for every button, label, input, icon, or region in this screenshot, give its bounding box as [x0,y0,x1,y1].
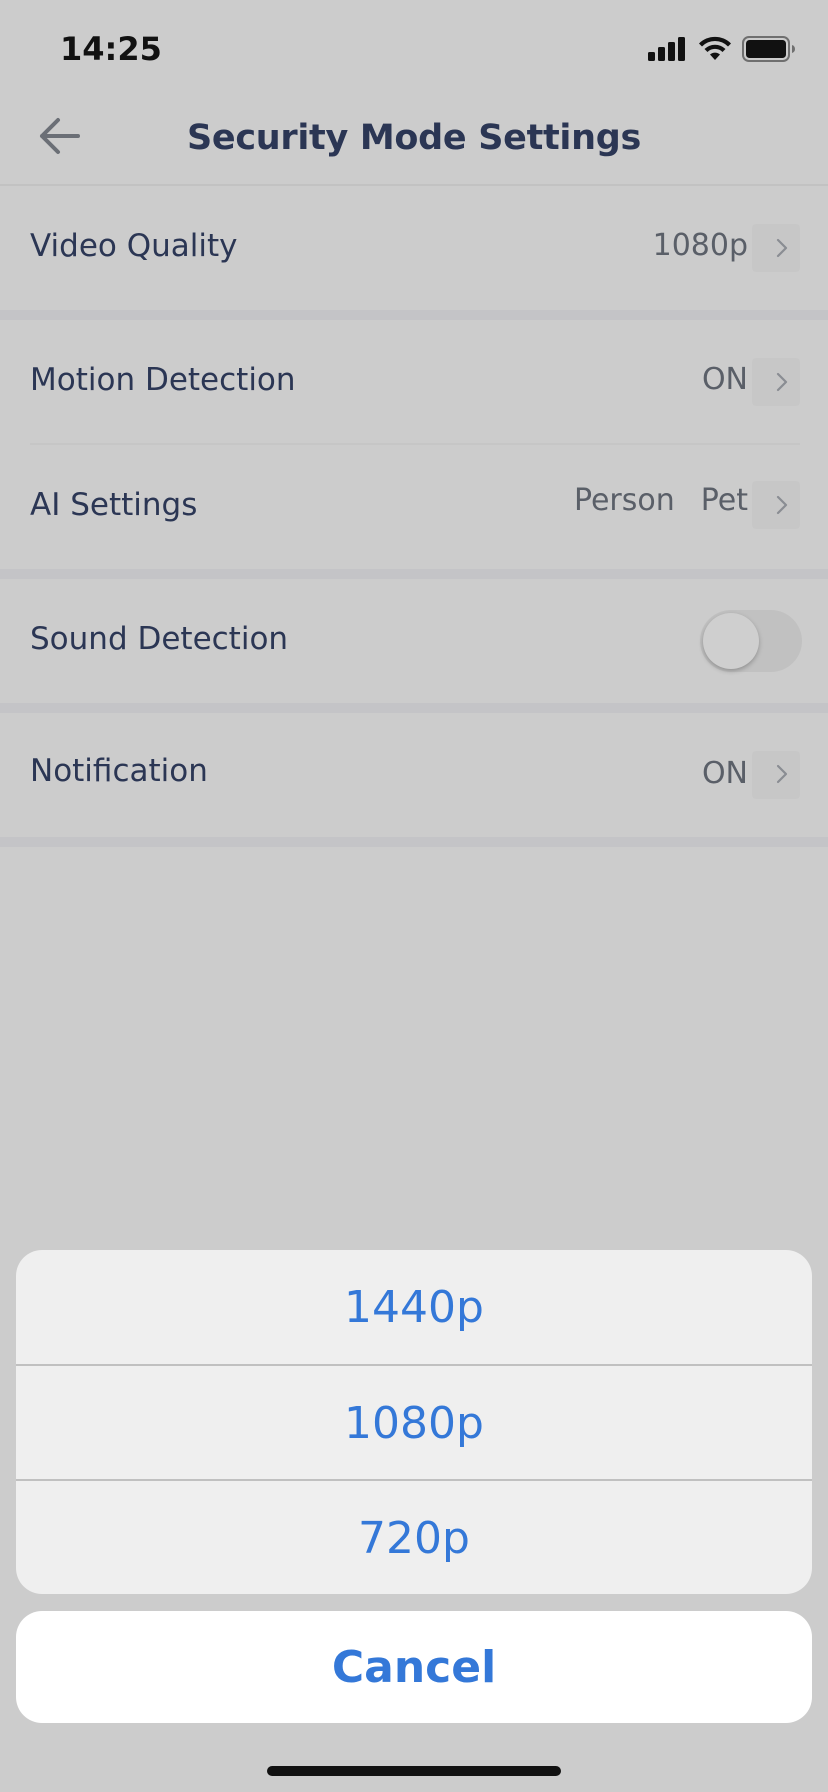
chevron-right-icon [776,764,788,784]
option-1080p[interactable]: 1080p [16,1366,812,1480]
notification-label: Notification [30,753,208,789]
notification-value: ON [701,756,748,791]
chevron-right-icon [776,238,788,258]
video-quality-value: 1080p [652,228,748,263]
video-quality-action-sheet: 1440p 1080p 720p [16,1250,812,1594]
section-separator [0,837,828,847]
motion-detection-label: Motion Detection [30,362,296,398]
home-indicator [267,1766,561,1776]
ai-setting-person: Person [573,483,675,518]
video-quality-row[interactable]: Video Quality 1080p [0,186,828,310]
notification-row[interactable]: Notification ON [0,713,828,837]
cancel-button[interactable]: Cancel [16,1611,812,1723]
ai-settings-row[interactable]: AI Settings Person Pet [0,445,828,569]
video-quality-label: Video Quality [30,228,238,264]
nav-header: Security Mode Settings [0,100,828,184]
battery-icon [742,36,795,62]
motion-detection-row[interactable]: Motion Detection ON [0,320,828,444]
wifi-icon [699,36,731,60]
chevron-right-icon [776,372,788,392]
ai-setting-pet: Pet [700,483,748,518]
sound-detection-label: Sound Detection [30,621,289,657]
section-separator [0,703,828,713]
status-time: 14:25 [60,30,162,68]
option-1440p[interactable]: 1440p [16,1250,812,1364]
status-icons [648,36,796,62]
section-separator [0,310,828,320]
option-720p[interactable]: 720p [16,1481,812,1594]
sound-detection-row: Sound Detection [0,579,828,703]
status-bar: 14:25 [0,0,828,100]
motion-detection-value: ON [701,362,748,397]
sound-detection-toggle[interactable] [700,610,802,672]
chevron-right-icon [776,495,788,515]
ai-settings-label: AI Settings [30,487,198,523]
ai-settings-value: Person Pet [574,483,748,518]
page-title: Security Mode Settings [186,118,642,158]
signal-icon [648,37,685,61]
toggle-knob [703,613,759,669]
section-separator [0,569,828,579]
